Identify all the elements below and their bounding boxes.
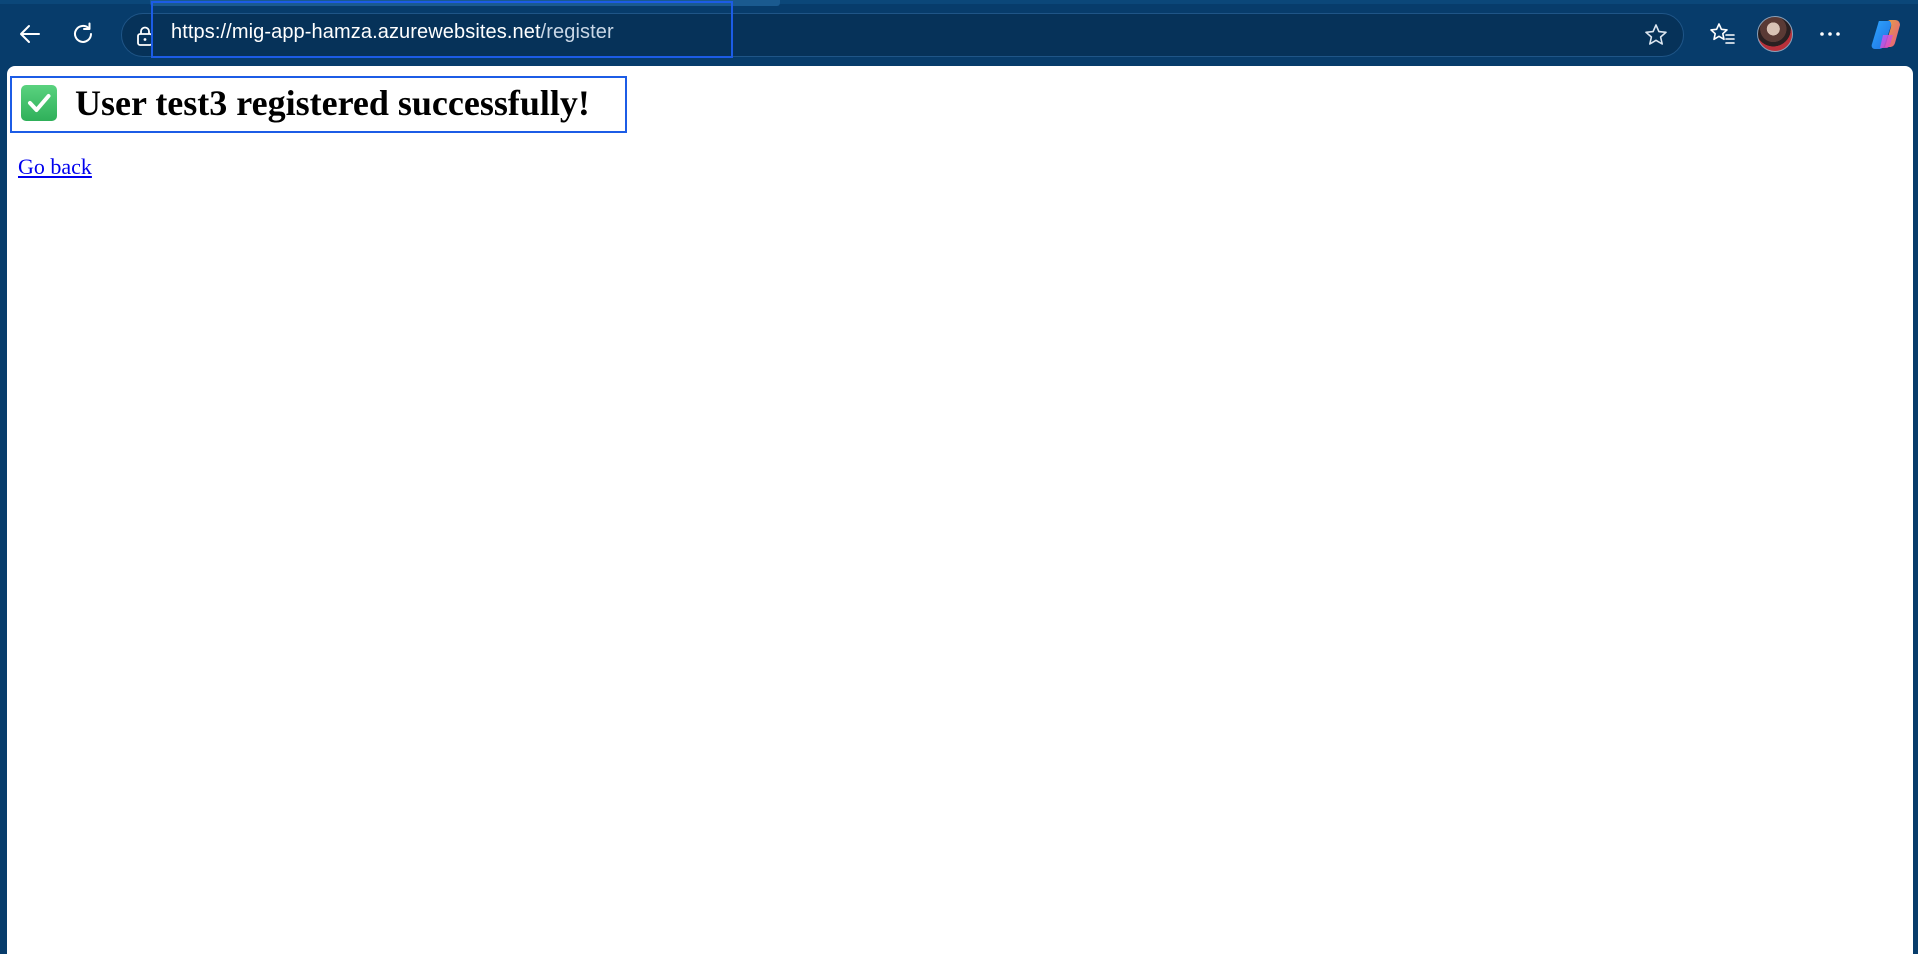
reload-icon	[74, 22, 92, 43]
url-path: /register	[540, 21, 614, 43]
browser-toolbar: https://mig-app-hamza.azurewebsites.net/…	[0, 0, 1918, 66]
go-back-link[interactable]: Go back	[18, 154, 92, 180]
profile-button[interactable]	[1755, 14, 1795, 54]
back-arrow-icon	[20, 25, 40, 43]
url-text[interactable]: https://mig-app-hamza.azurewebsites.net/…	[171, 21, 614, 44]
page-content: User test3 registered successfully! Go b…	[7, 66, 1913, 954]
favorites-button[interactable]	[1702, 14, 1742, 54]
star-icon[interactable]	[1643, 22, 1669, 48]
favorites-icon	[1710, 23, 1735, 44]
browser-window: https://mig-app-hamza.azurewebsites.net/…	[0, 0, 1918, 954]
success-heading: User test3 registered successfully!	[21, 82, 590, 124]
reload-button[interactable]	[63, 14, 103, 54]
success-heading-text: User test3 registered successfully!	[75, 83, 590, 123]
more-icon	[1820, 32, 1840, 36]
url-host: https://mig-app-hamza.azurewebsites.net	[171, 21, 541, 43]
more-menu-button[interactable]	[1810, 14, 1850, 54]
check-mark-icon	[21, 85, 57, 121]
copilot-icon	[1871, 20, 1900, 49]
copilot-button[interactable]	[1866, 14, 1906, 54]
profile-avatar	[1757, 16, 1793, 52]
back-button[interactable]	[10, 14, 50, 54]
